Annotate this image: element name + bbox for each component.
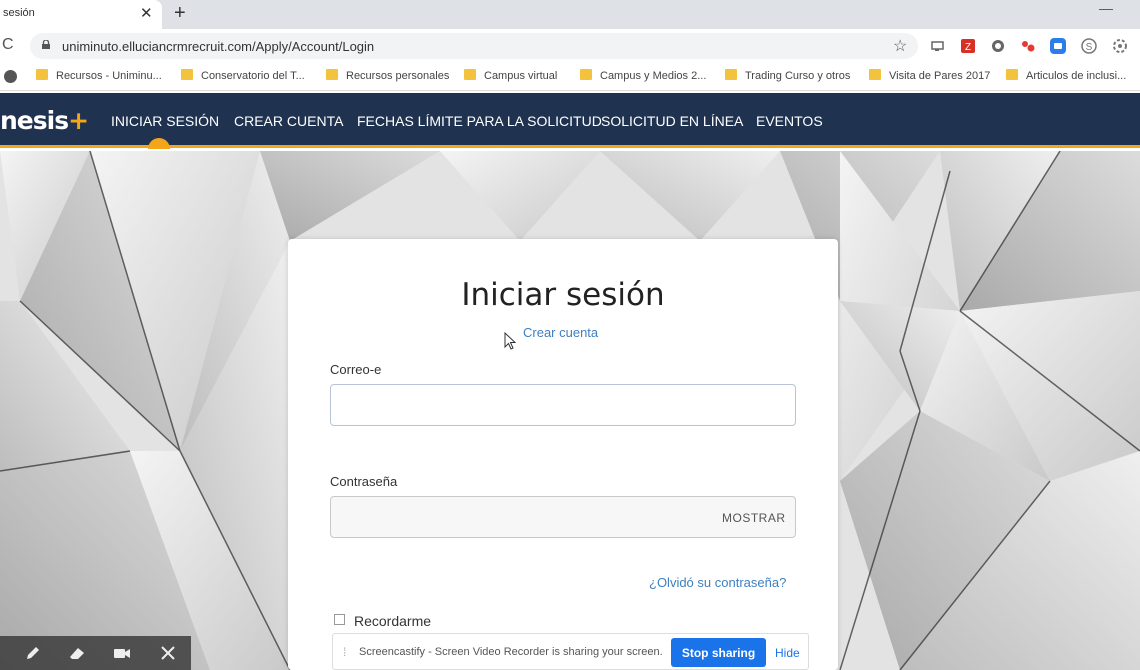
site-logo[interactable]: nesis+	[0, 106, 89, 135]
browser-tab-strip: sesión ✕ + —	[0, 0, 1140, 29]
bookmark-item[interactable]: Recursos - Uniminu...	[36, 69, 162, 82]
lock-icon	[42, 40, 50, 49]
drag-handle-icon[interactable]: ⁞	[343, 645, 346, 659]
bookmark-item[interactable]: Recursos personales	[326, 69, 449, 82]
red-dots-extension-icon[interactable]	[1020, 38, 1036, 54]
bookmark-item[interactable]: Campus virtual	[464, 69, 557, 82]
bookmark-item[interactable]: Visita de Pares 2017	[869, 69, 990, 82]
mouse-cursor-icon	[504, 332, 516, 350]
browser-tab[interactable]: sesión ✕	[0, 0, 162, 29]
url-text: uniminuto.elluciancrmrecruit.com/Apply/A…	[62, 39, 375, 54]
recorder-toolbar	[0, 636, 191, 670]
minimize-icon[interactable]: —	[1099, 0, 1113, 16]
bookmark-item[interactable]: Articulos de inclusi...	[1006, 69, 1126, 82]
pdf-extension-icon[interactable]: Z	[960, 38, 976, 54]
login-card: Iniciar sesión Crear cuenta Correo-e Con…	[288, 239, 838, 670]
screen-sharing-bar: ⁞ Screencastify - Screen Video Recorder …	[332, 633, 809, 670]
email-field[interactable]	[330, 384, 796, 426]
show-password-button[interactable]: MOSTRAR	[722, 511, 786, 525]
bookmark-item[interactable]: Trading Curso y otros	[725, 69, 850, 82]
page-title: Iniciar sesión	[461, 277, 665, 313]
bookmark-item[interactable]: Campus y Medios 2...	[580, 69, 706, 82]
video-extension-icon[interactable]	[1050, 38, 1066, 54]
circle-extension-icon[interactable]	[990, 38, 1006, 54]
tab-close-icon[interactable]: ✕	[140, 4, 153, 22]
nav-online-application[interactable]: SOLICITUD EN LÍNEA	[601, 113, 743, 129]
folder-icon	[1006, 69, 1018, 80]
eraser-icon[interactable]	[68, 644, 86, 662]
svg-text:Z: Z	[965, 42, 971, 53]
tab-title: sesión	[3, 7, 35, 19]
folder-icon	[725, 69, 737, 80]
svg-text:S: S	[1086, 42, 1093, 53]
skype-icon[interactable]: S	[1081, 38, 1097, 54]
folder-icon	[869, 69, 881, 80]
folder-icon	[181, 69, 193, 80]
sharing-message: Screencastify - Screen Video Recorder is…	[359, 646, 663, 658]
site-nav: nesis+ INICIAR SESIÓN CREAR CUENTA FECHA…	[0, 93, 1140, 148]
browser-toolbar: C uniminuto.elluciancrmrecruit.com/Apply…	[0, 29, 1140, 63]
folder-icon	[36, 69, 48, 80]
bookmark-item[interactable]: Conservatorio del T...	[181, 69, 305, 82]
remember-me-label: Recordarme	[354, 613, 432, 629]
remember-me-checkbox[interactable]	[334, 614, 345, 625]
stop-sharing-button[interactable]: Stop sharing	[671, 638, 766, 667]
reload-icon[interactable]: C	[2, 36, 14, 54]
close-icon[interactable]	[159, 644, 177, 662]
password-label: Contraseña	[330, 474, 398, 489]
email-label: Correo-e	[330, 362, 382, 377]
folder-icon	[464, 69, 476, 80]
bookmark-star-icon[interactable]: ☆	[893, 36, 907, 56]
cast-icon[interactable]	[930, 38, 946, 54]
settings-extension-icon[interactable]	[1112, 38, 1128, 54]
nav-login[interactable]: INICIAR SESIÓN	[111, 113, 219, 129]
folder-icon	[326, 69, 338, 80]
globe-icon[interactable]	[4, 70, 17, 83]
forgot-password-link[interactable]: ¿Olvidó su contraseña?	[649, 575, 786, 590]
pencil-icon[interactable]	[24, 644, 42, 662]
nav-create-account[interactable]: CREAR CUENTA	[234, 113, 343, 129]
nav-events[interactable]: EVENTOS	[756, 113, 823, 129]
new-tab-button[interactable]: +	[174, 2, 186, 25]
address-bar[interactable]: uniminuto.elluciancrmrecruit.com/Apply/A…	[30, 33, 918, 59]
nav-deadlines[interactable]: FECHAS LÍMITE PARA LA SOLICITUD	[357, 113, 602, 129]
folder-icon	[580, 69, 592, 80]
create-account-link[interactable]: Crear cuenta	[523, 325, 598, 340]
hide-link[interactable]: Hide	[775, 646, 800, 660]
bookmarks-bar: Recursos - Uniminu... Conservatorio del …	[0, 63, 1140, 91]
camera-icon[interactable]	[113, 644, 131, 662]
